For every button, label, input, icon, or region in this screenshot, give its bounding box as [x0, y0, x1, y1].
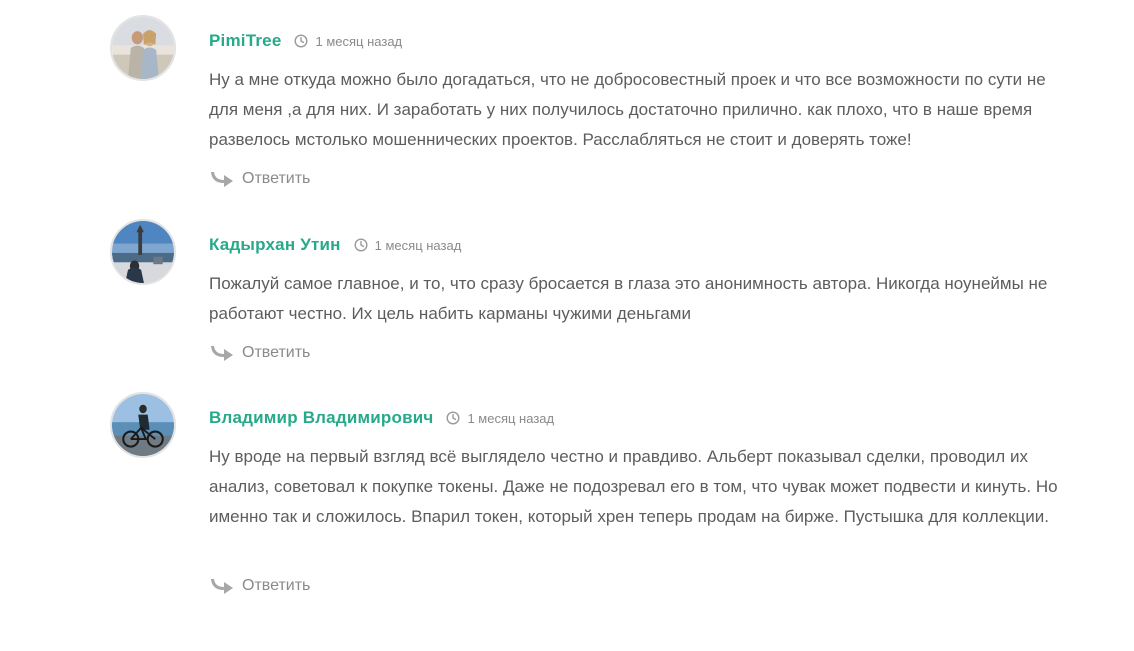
comment-text: Ну вроде на первый взгляд всё выглядело … — [209, 447, 1058, 526]
reply-label: Ответить — [242, 344, 311, 361]
comment-meta: Владимир Владимирович 1 месяц назад — [209, 408, 554, 428]
comment-author[interactable]: Владимир Владимирович — [209, 408, 433, 428]
avatar-photo-cyclist — [112, 394, 174, 456]
comment-time: 1 месяц назад — [315, 33, 403, 49]
comment-text: Пожалуй самое главное, и то, что сразу б… — [209, 274, 1048, 323]
clock-icon — [294, 34, 308, 48]
reply-label: Ответить — [242, 170, 311, 187]
reply-arrow-icon — [209, 168, 235, 190]
reply-button[interactable]: Ответить — [209, 342, 310, 364]
reply-arrow-icon — [209, 575, 235, 597]
comment-time: 1 месяц назад — [374, 237, 462, 253]
reply-button[interactable]: Ответить — [209, 575, 310, 597]
avatar[interactable] — [110, 15, 176, 81]
avatar-photo-landscape — [112, 221, 174, 283]
reply-label: Ответить — [242, 577, 311, 594]
clock-icon — [446, 411, 460, 425]
comment-time: 1 месяц назад — [467, 410, 555, 426]
comment-author[interactable]: PimiTree — [209, 31, 281, 51]
avatar[interactable] — [110, 219, 176, 285]
reply-arrow-icon — [209, 342, 235, 364]
reply-button[interactable]: Ответить — [209, 168, 310, 190]
avatar-photo-couple — [112, 17, 174, 79]
comment-meta: PimiTree 1 месяц назад — [209, 31, 402, 51]
avatar[interactable] — [110, 392, 176, 458]
comment-author[interactable]: Кадырхан Утин — [209, 235, 341, 255]
comment-text: Ну а мне откуда можно было догадаться, ч… — [209, 70, 1046, 149]
comment-meta: Кадырхан Утин 1 месяц назад — [209, 235, 461, 255]
clock-icon — [354, 238, 368, 252]
